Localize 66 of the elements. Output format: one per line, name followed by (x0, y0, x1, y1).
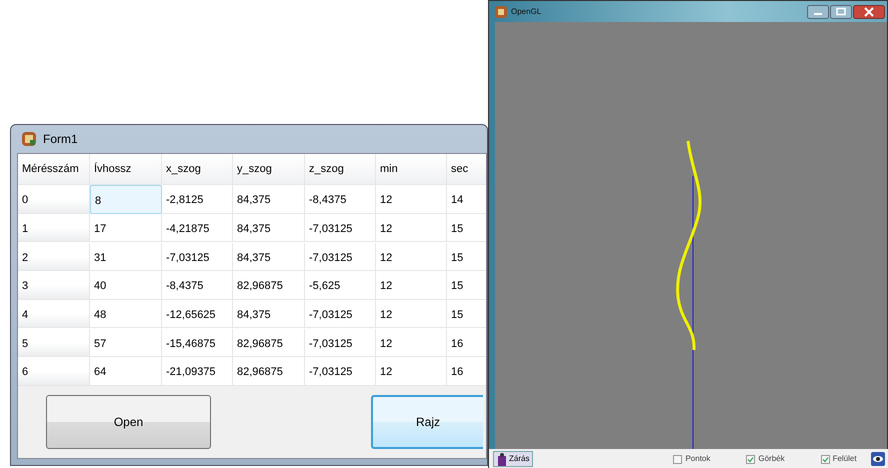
table-cell[interactable]: -15,46875 (162, 328, 233, 358)
table-cell[interactable]: 64 (90, 357, 162, 386)
row-header[interactable]: 4 (18, 300, 90, 328)
checkbox-label: Felület (832, 453, 857, 465)
table-cell[interactable]: -7,03125 (305, 357, 376, 386)
table-cell[interactable]: -7,03125 (305, 300, 376, 328)
table-cell[interactable]: -7,03125 (305, 214, 376, 242)
checkbox-label: Görbék (758, 453, 785, 465)
maximize-button[interactable] (830, 4, 852, 18)
window-title: OpenGL (511, 6, 542, 18)
table-cell[interactable]: 84,375 (233, 185, 305, 214)
table-cell[interactable]: 57 (90, 328, 162, 358)
close-button[interactable] (853, 4, 885, 18)
table-cell[interactable]: 82,96875 (233, 271, 305, 300)
row-header[interactable]: 1 (18, 214, 90, 242)
table-cell[interactable]: -7,03125 (162, 242, 233, 272)
table-cell[interactable]: 82,96875 (233, 328, 305, 358)
checkbox[interactable] (820, 454, 830, 464)
column-header[interactable]: x_szog (162, 154, 233, 185)
row-header[interactable]: 6 (18, 357, 90, 386)
table-cell[interactable]: 48 (90, 300, 162, 328)
table-cell[interactable]: -7,03125 (305, 242, 376, 272)
table-cell[interactable]: 17 (90, 214, 162, 242)
checkbox[interactable] (746, 454, 756, 464)
table-cell[interactable]: -8,4375 (162, 271, 233, 300)
row-header[interactable]: 0 (18, 185, 90, 214)
table-cell[interactable]: -8,4375 (305, 185, 376, 214)
table-cell[interactable]: -2,8125 (162, 185, 233, 214)
table-cell[interactable]: 84,375 (233, 214, 305, 242)
eye-icon[interactable] (871, 452, 885, 466)
column-header[interactable]: y_szog (233, 154, 305, 185)
row-header[interactable]: 5 (18, 328, 90, 358)
table-cell[interactable]: 12 (376, 214, 447, 242)
window-title: Form1 (43, 131, 78, 148)
column-header[interactable]: z_szog (305, 154, 376, 185)
checkbox-label: Pontok (685, 453, 710, 465)
table-cell[interactable]: 84,375 (233, 300, 305, 328)
table-cell[interactable]: 31 (90, 242, 162, 272)
column-header[interactable]: Ívhossz (90, 154, 162, 185)
table-cell[interactable]: 82,96875 (233, 357, 305, 386)
table-cell[interactable]: 84,375 (233, 242, 305, 272)
table-cell[interactable]: 8 (90, 185, 162, 214)
draw-button[interactable]: Rajz (371, 395, 483, 449)
app-icon (21, 131, 37, 147)
table-cell[interactable]: -21,09375 (162, 357, 233, 386)
row-header[interactable]: 2 (18, 242, 90, 272)
table-cell[interactable]: 40 (90, 271, 162, 300)
column-header[interactable]: min (376, 154, 447, 185)
person-icon (497, 452, 507, 466)
table-cell[interactable]: -7,03125 (305, 328, 376, 358)
minimize-button[interactable] (807, 4, 829, 18)
table-cell[interactable]: 12 (376, 242, 447, 272)
open-button[interactable]: Open (46, 395, 211, 449)
table-cell[interactable]: 12 (376, 271, 447, 300)
table-cell[interactable]: -4,21875 (162, 214, 233, 242)
table-cell[interactable]: 12 (376, 300, 447, 328)
table-cell[interactable]: 12 (376, 357, 447, 386)
table-cell[interactable]: -12,65625 (162, 300, 233, 328)
column-header[interactable]: Mérésszám (18, 154, 90, 185)
row-header[interactable]: 3 (18, 271, 90, 300)
app-icon (495, 6, 507, 18)
table-cell[interactable]: 12 (376, 185, 447, 214)
table-cell[interactable]: -5,625 (305, 271, 376, 300)
table-cell[interactable]: 12 (376, 328, 447, 358)
checkbox[interactable] (673, 454, 682, 464)
close-button[interactable]: Zárás (493, 451, 534, 467)
